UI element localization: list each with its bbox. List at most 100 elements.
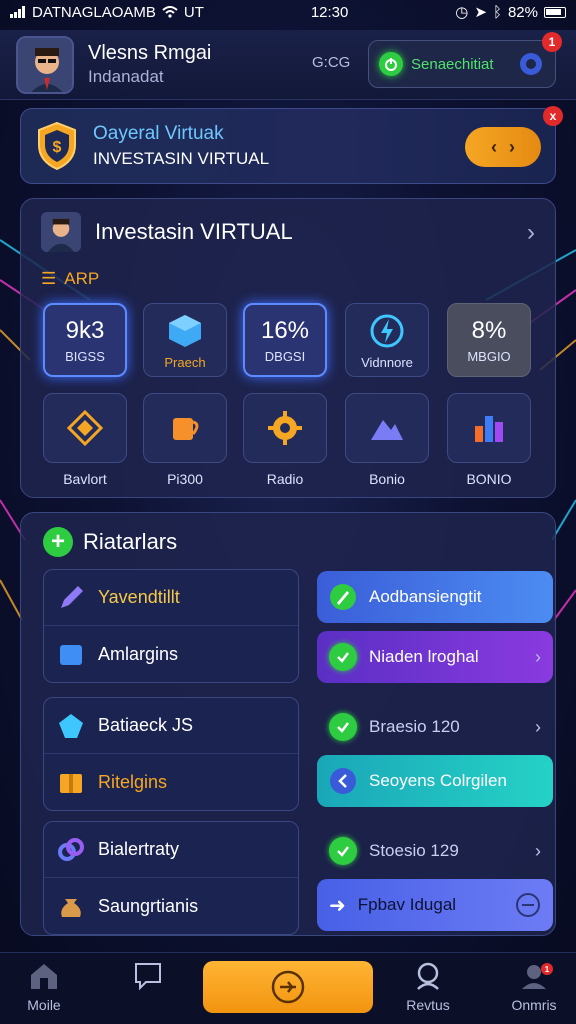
- list-item[interactable]: Ritelgins: [44, 754, 298, 810]
- nav-search[interactable]: Revtus: [388, 961, 468, 1013]
- list-item-label: Yavendtillt: [98, 587, 180, 607]
- nav-home[interactable]: Moile: [4, 961, 84, 1013]
- settings-icon[interactable]: [517, 50, 545, 78]
- tile-app-5[interactable]: [447, 393, 531, 463]
- menu-lines-icon: ☰: [41, 269, 57, 288]
- avatar[interactable]: [16, 35, 74, 94]
- action-button-2[interactable]: Niaden lroghal ›: [317, 631, 553, 683]
- list-item[interactable]: Yavendtillt: [44, 570, 298, 626]
- power-icon: [379, 52, 403, 76]
- action-group-3: Bialertraty Saungrtianis: [43, 821, 299, 935]
- action-button-1[interactable]: Aodbansiengtit: [317, 571, 553, 623]
- tile-app-3[interactable]: [243, 393, 327, 463]
- tile-app-label: Pi300: [167, 471, 203, 487]
- investment-title: Investasin VIRTUAL: [95, 219, 293, 244]
- plus-icon[interactable]: +: [43, 527, 73, 557]
- battery-icon: [544, 6, 566, 18]
- chevron-left-icon[interactable]: ‹: [491, 137, 497, 158]
- crystal-icon: [59, 713, 83, 738]
- header-code: G:CG: [312, 54, 351, 71]
- compass-icon: [271, 970, 305, 1004]
- action-button-label: Niaden lroghal: [369, 647, 479, 666]
- banner-nav-button[interactable]: ‹ ›: [465, 127, 541, 167]
- bar-chart-icon: [475, 416, 503, 442]
- status-bar: DATNAGLAOAMB UT 12:30 ◷ ➤ ᛒ 82%: [0, 0, 576, 24]
- home-icon: [31, 964, 57, 989]
- user-name: Vlesns Rmgai: [88, 42, 212, 64]
- nav-center-button[interactable]: [203, 961, 373, 1013]
- list-item[interactable]: Saungrtianis: [44, 878, 298, 934]
- tile-app-label: BONIO: [466, 471, 512, 487]
- cube-icon: [169, 314, 201, 347]
- list-item[interactable]: Batiaeck JS: [44, 698, 298, 754]
- search-icon: [417, 962, 439, 990]
- investment-card: Investasin VIRTUAL › ☰ ARP 9k3 BIGSS Pra…: [20, 198, 556, 498]
- action-button-5[interactable]: Stoesio 129 ›: [317, 825, 553, 877]
- tile-label: BIGSS: [65, 348, 105, 364]
- nav-account[interactable]: Onmris: [494, 961, 574, 1013]
- signal-icon: [10, 6, 25, 18]
- tile-stat-5[interactable]: 8% MBGIO: [447, 303, 531, 377]
- lightning-icon: [370, 314, 404, 347]
- network-label: UT: [183, 3, 204, 21]
- clock: 12:30: [310, 3, 349, 21]
- tile-app-4[interactable]: [345, 393, 429, 463]
- tile-label: Vidnnore: [361, 354, 413, 370]
- mountain-icon: [371, 420, 403, 440]
- tile-app-label: Bavlort: [63, 471, 107, 487]
- minus-circle-icon[interactable]: [515, 892, 541, 918]
- wifi-icon: [162, 6, 178, 18]
- tile-value: 9k3: [65, 316, 105, 344]
- user-subtitle: Indanadat: [88, 67, 164, 86]
- nav-messages[interactable]: [108, 961, 188, 997]
- chevron-right-icon[interactable]: ›: [527, 219, 535, 247]
- action-button-6[interactable]: ➜ Fpbav Idugal: [317, 879, 553, 931]
- money-bag-icon: [61, 899, 81, 917]
- link-icon: [58, 837, 84, 861]
- box-icon: [60, 645, 82, 665]
- tile-app-1[interactable]: [43, 393, 127, 463]
- banner-close-button[interactable]: x: [543, 106, 563, 126]
- list-item-label: Bialertraty: [98, 839, 180, 859]
- tile-label: Praech: [164, 354, 206, 370]
- list-item[interactable]: Bialertraty: [44, 822, 298, 878]
- action-group-1: Yavendtillt Amlargins: [43, 569, 299, 683]
- compass-icon: [330, 768, 356, 794]
- action-button-label: Fpbav Idugal: [357, 895, 457, 914]
- tile-app-2[interactable]: [143, 393, 227, 463]
- tile-app-label: Radio: [266, 471, 304, 487]
- banner-subtitle: INVESTASIN VIRTUAL: [93, 149, 270, 168]
- package-icon: [60, 774, 82, 793]
- chevron-right-icon[interactable]: ›: [509, 137, 515, 158]
- nav-account-label: Onmris: [511, 997, 557, 1013]
- tile-stat-1[interactable]: 9k3 BIGSS: [43, 303, 127, 377]
- app-header: Vlesns Rmgai Indanadat G:CG Senaechitiat…: [0, 30, 576, 100]
- location-icon: ➤: [474, 4, 487, 21]
- chevron-right-icon: ›: [535, 716, 541, 737]
- notification-badge: 1: [542, 32, 562, 52]
- connection-status-button[interactable]: Senaechitiat: [368, 40, 556, 88]
- list-item[interactable]: Amlargins: [44, 626, 298, 682]
- user-avatar-icon: [18, 37, 72, 92]
- action-button-3[interactable]: Braesio 120 ›: [317, 701, 553, 753]
- tile-stat-3[interactable]: 16% DBGSI: [243, 303, 327, 377]
- shield-icon: $: [38, 121, 76, 171]
- nav-home-label: Moile: [27, 997, 61, 1013]
- mug-icon: [173, 418, 199, 440]
- chevron-right-icon: ›: [535, 840, 541, 861]
- tile-stat-2[interactable]: Praech: [143, 303, 227, 377]
- actions-title: Riatarlars: [83, 529, 178, 554]
- tile-stat-4[interactable]: Vidnnore: [345, 303, 429, 377]
- list-item-label: Saungrtianis: [98, 895, 199, 916]
- check-icon: [329, 837, 357, 865]
- action-button-4[interactable]: Seoyens Colrgilen: [317, 755, 553, 807]
- diamond-icon: [66, 409, 104, 447]
- arrow-right-icon: ➜: [329, 894, 346, 917]
- promo-banner[interactable]: $ Oayeral Virtuak INVESTASIN VIRTUAL ‹ ›: [20, 108, 556, 184]
- bluetooth-icon: ᛒ: [492, 3, 502, 21]
- connection-status-label: Senaechitiat: [411, 55, 494, 73]
- action-button-label: Aodbansiengtit: [369, 587, 482, 606]
- check-icon: [329, 713, 357, 741]
- account-badge: 1: [541, 963, 553, 975]
- banner-title: Oayeral Virtuak: [93, 123, 224, 144]
